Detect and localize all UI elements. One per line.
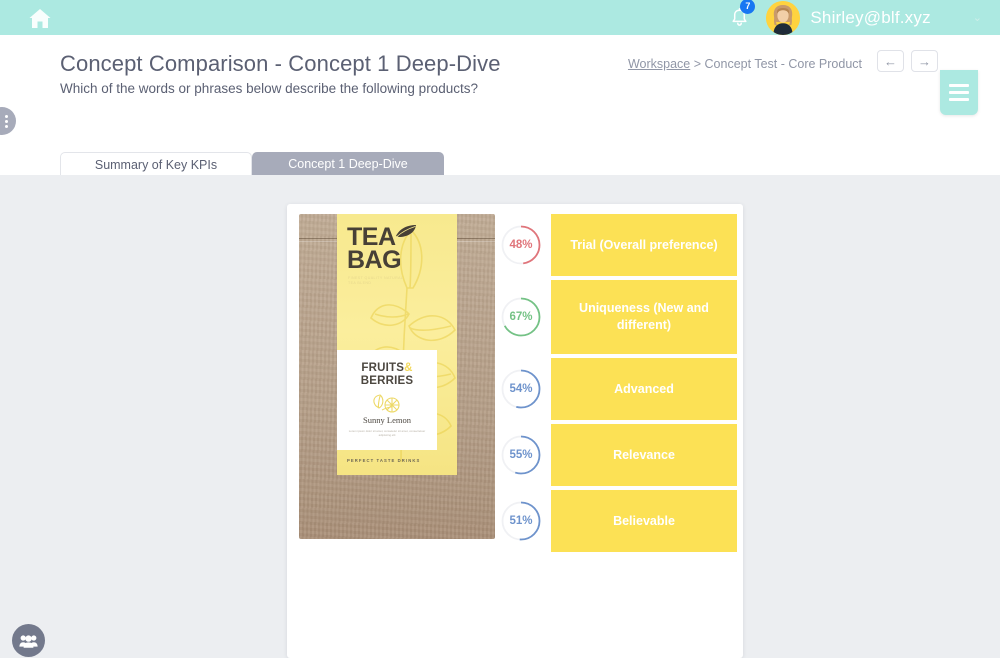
notifications-button[interactable]: 7 [724, 0, 756, 35]
breadcrumb-separator: > [690, 57, 705, 71]
kpi-donut-relevance: 55% [499, 433, 543, 477]
product-variant-name: Sunny Lemon [363, 415, 411, 425]
product-footer-tagline: PERFECT TASTE DRINKS [347, 458, 421, 463]
home-icon[interactable] [28, 7, 52, 29]
people-group-button[interactable] [12, 624, 45, 657]
page-subtitle: Which of the words or phrases below desc… [60, 81, 478, 96]
product-package-illustration: TEA BAG FINEST QUALITY NATURAL TEA BLEND… [299, 214, 495, 539]
label-title-a: FRUITS [361, 362, 405, 374]
top-bar-right-cluster: 7 Shirley@blf.xyz ⌄ [724, 0, 1000, 35]
brand-name: TEA BAG [347, 225, 402, 274]
vertical-dots-icon-dot-3 [5, 124, 8, 128]
notification-badge: 7 [740, 0, 756, 14]
kpi-label-bar[interactable]: Relevance [551, 424, 737, 486]
page-title: Concept Comparison - Concept 1 Deep-Dive [60, 51, 501, 76]
concept-card: TEA BAG FINEST QUALITY NATURAL TEA BLEND… [287, 204, 743, 658]
hamburger-bar-2 [949, 91, 969, 94]
tab-concept-1-deep-dive[interactable]: Concept 1 Deep-Dive [252, 152, 444, 176]
tab-summary-of-key-kpis[interactable]: Summary of Key KPIs [60, 152, 252, 176]
content-area: TEA BAG FINEST QUALITY NATURAL TEA BLEND… [0, 107, 1000, 658]
package-label: TEA BAG FINEST QUALITY NATURAL TEA BLEND… [337, 214, 457, 475]
product-image-pane: TEA BAG FINEST QUALITY NATURAL TEA BLEND… [287, 204, 495, 658]
tea-leaf-mark-icon [396, 225, 416, 237]
kpi-value: 54% [509, 383, 533, 395]
kpi-donut-advanced: 54% [499, 367, 543, 411]
product-fine-print: Lorem ipsum dolor sit amet, consetetur s… [348, 429, 426, 437]
user-email-label[interactable]: Shirley@blf.xyz [810, 8, 930, 28]
kpi-value: 67% [509, 311, 533, 323]
kpi-donut-uniqueness: 67% [499, 295, 543, 339]
hamburger-bar-3 [949, 98, 969, 101]
kpi-row: 51% Believable [495, 490, 737, 552]
kpi-row: 67% Uniqueness (New and different) [495, 280, 737, 354]
avatar-illustration [766, 0, 801, 35]
breadcrumb: Workspace > Concept Test - Core Product [628, 57, 862, 71]
chevron-down-icon[interactable]: ⌄ [973, 11, 982, 24]
kpi-list: 48% Trial (Overall preference) 67% Uniqu… [487, 204, 743, 658]
breadcrumb-current: Concept Test - Core Product [704, 57, 862, 71]
page-header: Concept Comparison - Concept 1 Deep-Dive… [0, 35, 1000, 176]
tab-bar: Summary of Key KPIs Concept 1 Deep-Dive [60, 152, 444, 176]
lemon-illustration-icon [373, 394, 400, 413]
kpi-value: 55% [509, 449, 533, 461]
kpi-row: 54% Advanced [495, 358, 737, 420]
kpi-label-bar[interactable]: Trial (Overall preference) [551, 214, 737, 276]
kpi-label-bar[interactable]: Uniqueness (New and different) [551, 280, 737, 354]
hamburger-menu-icon[interactable] [940, 70, 978, 115]
kpi-label-bar[interactable]: Believable [551, 490, 737, 552]
label-title-amp: & [404, 362, 413, 374]
kpi-value: 51% [509, 515, 533, 527]
vertical-dots-icon-dot-2 [5, 119, 8, 123]
forward-arrow-icon[interactable]: → [911, 50, 938, 72]
top-bar: 7 Shirley@blf.xyz ⌄ [0, 0, 1000, 35]
hamburger-bar-1 [949, 84, 969, 87]
product-variant-label: FRUITS& BERRIES Sunny Lemon Lorem ipsum … [337, 350, 437, 450]
nav-buttons: ← → [877, 50, 938, 72]
product-label-title: FRUITS& BERRIES [337, 362, 437, 388]
kpi-donut-trial: 48% [499, 223, 543, 267]
brand-line-2: BAG [347, 246, 402, 274]
kpi-label-bar[interactable]: Advanced [551, 358, 737, 420]
vertical-dots-icon-dot-1 [5, 114, 8, 118]
kpi-row: 55% Relevance [495, 424, 737, 486]
kpi-donut-believable: 51% [499, 499, 543, 543]
kpi-value: 48% [509, 239, 533, 251]
kpi-row: 48% Trial (Overall preference) [495, 214, 737, 276]
back-arrow-icon[interactable]: ← [877, 50, 904, 72]
brand-tagline: FINEST QUALITY NATURAL TEA BLEND [348, 276, 404, 285]
breadcrumb-root-link[interactable]: Workspace [628, 57, 690, 71]
people-group-icon [19, 634, 38, 648]
label-title-b: BERRIES [360, 375, 414, 387]
avatar[interactable] [766, 0, 801, 35]
